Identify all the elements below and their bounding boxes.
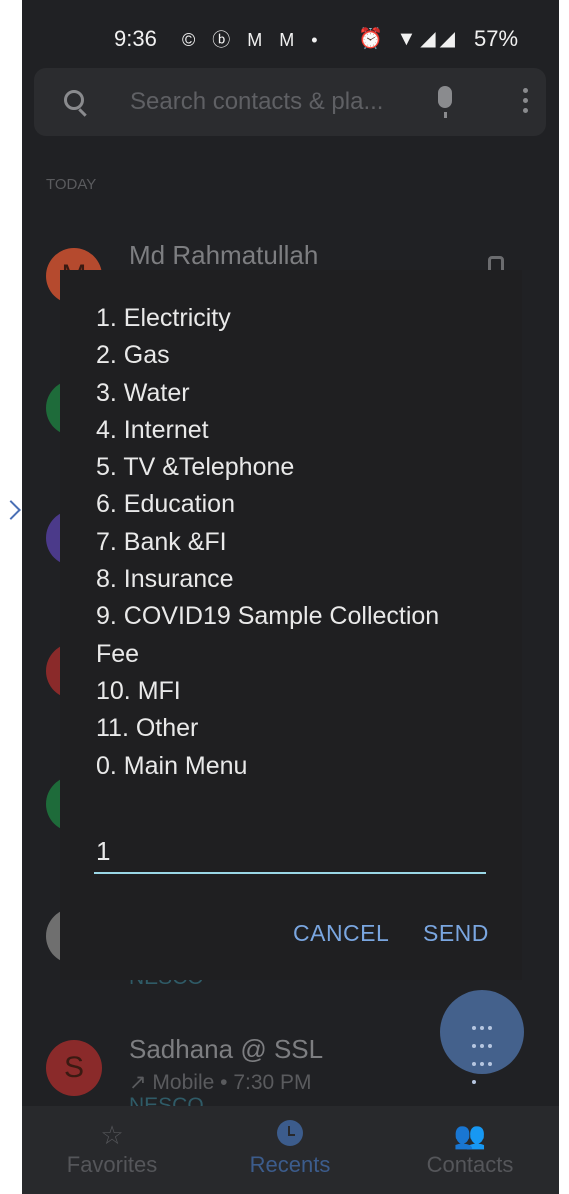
menu-item: 2. Gas bbox=[96, 341, 170, 370]
menu-item: 9. COVID19 Sample Collection bbox=[96, 602, 440, 631]
menu-item: 10. MFI bbox=[96, 676, 181, 705]
section-label: TODAY bbox=[46, 176, 97, 193]
send-button[interactable]: SEND bbox=[423, 920, 489, 947]
system-icons: ⏰ ▼◢◢ bbox=[358, 28, 460, 50]
menu-list: 1. Electricity 2. Gas 3. Water 4. Intern… bbox=[96, 300, 476, 785]
menu-item: 1. Electricity bbox=[96, 304, 231, 332]
cancel-button[interactable]: CANCEL bbox=[293, 920, 389, 947]
bottom-navigation: ☆ Favorites Recents 👥 Contacts bbox=[22, 1106, 559, 1194]
more-options-icon[interactable] bbox=[523, 88, 529, 118]
menu-item: 5. TV &Telephone bbox=[96, 453, 295, 482]
input-underline bbox=[94, 872, 486, 874]
menu-item: Fee bbox=[96, 639, 140, 668]
menu-item: 7. Bank &FI bbox=[96, 527, 227, 556]
search-icon[interactable] bbox=[64, 90, 84, 110]
menu-item: 3. Water bbox=[96, 378, 190, 407]
tab-favorites[interactable]: ☆ Favorites bbox=[42, 1120, 182, 1178]
menu-item: 11. Other bbox=[96, 714, 199, 743]
menu-item: 4. Internet bbox=[96, 415, 209, 444]
tab-recents[interactable]: Recents bbox=[220, 1120, 360, 1178]
status-bar: 9:36 © ⓑ M M • ⏰ ▼◢◢ 57% bbox=[22, 0, 559, 72]
phone-screen: 9:36 © ⓑ M M • ⏰ ▼◢◢ 57% Search contacts… bbox=[22, 0, 559, 1194]
menu-item: 6. Education bbox=[96, 490, 235, 519]
contact-call-detail: ↗ Mobile • 7:30 PM bbox=[129, 1071, 312, 1094]
tab-contacts[interactable]: 👥 Contacts bbox=[400, 1120, 540, 1178]
menu-item: 0. Main Menu bbox=[96, 751, 248, 780]
dialpad-icon bbox=[470, 1018, 494, 1090]
star-icon: ☆ bbox=[100, 1120, 124, 1150]
avatar-initial: S bbox=[63, 1051, 84, 1084]
microphone-icon[interactable] bbox=[438, 86, 452, 118]
ussd-dialog: 1. Electricity 2. Gas 3. Water 4. Intern… bbox=[60, 270, 522, 980]
contact-name[interactable]: Md Rahmatullah bbox=[129, 240, 318, 271]
battery-level: 57% bbox=[474, 26, 519, 51]
search-bar[interactable]: Search contacts & pla... bbox=[34, 68, 546, 136]
status-time: 9:36 bbox=[114, 26, 157, 51]
people-icon: 👥 bbox=[453, 1120, 487, 1150]
clock-icon bbox=[277, 1120, 303, 1146]
reply-input[interactable]: 1 bbox=[96, 836, 110, 867]
left-arrow-icon bbox=[1, 500, 21, 520]
tab-recents-label: Recents bbox=[249, 1152, 331, 1177]
menu-item: 8. Insurance bbox=[96, 565, 234, 594]
avatar[interactable]: S bbox=[46, 1040, 102, 1096]
tab-contacts-label: Contacts bbox=[426, 1152, 514, 1177]
search-input[interactable]: Search contacts & pla... bbox=[130, 88, 383, 116]
dialpad-button[interactable] bbox=[440, 990, 524, 1084]
notification-icons: © ⓑ M M • bbox=[182, 30, 324, 50]
tab-favorites-label: Favorites bbox=[66, 1152, 158, 1177]
contact-name[interactable]: Sadhana @ SSL bbox=[129, 1034, 323, 1065]
